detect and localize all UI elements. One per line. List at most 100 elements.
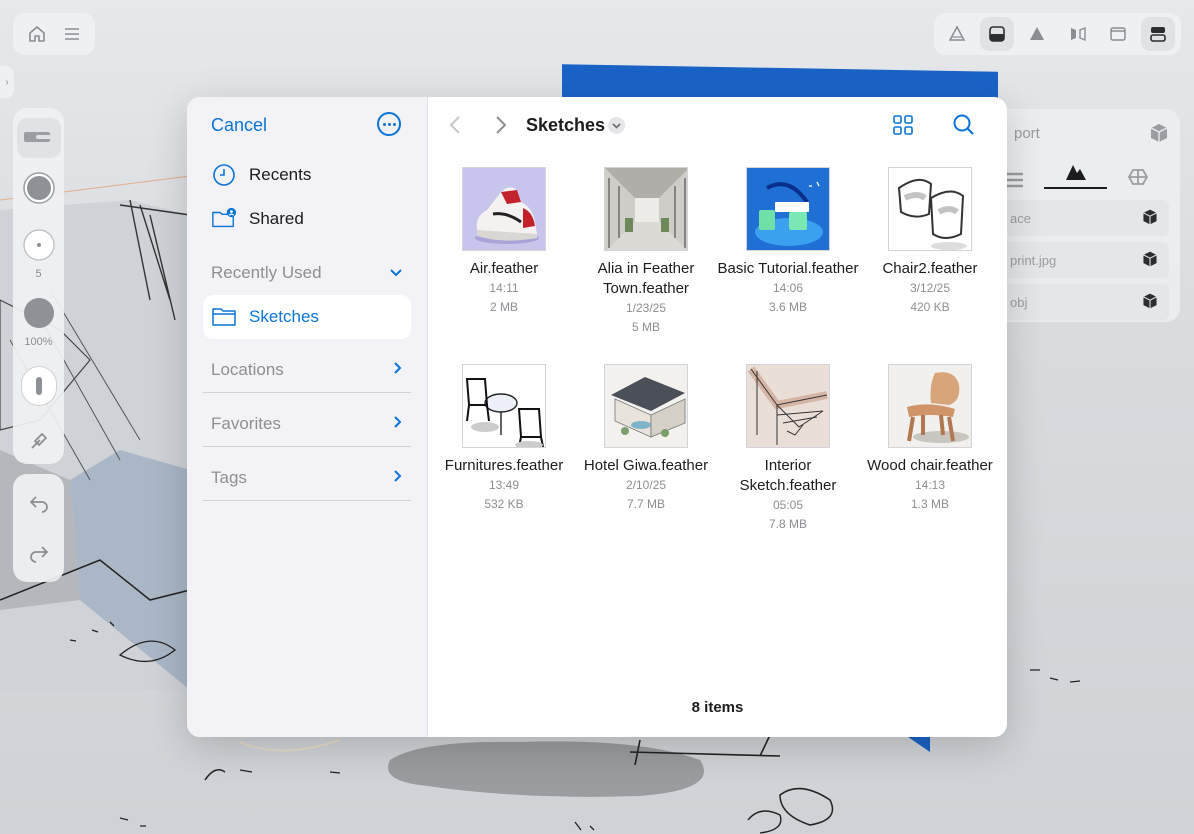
undo-icon[interactable] [24,488,54,518]
file-item[interactable]: Air.feather 14:11 2 MB [433,167,575,317]
file-name: Hotel Giwa.feather [583,457,709,474]
shared-folder-icon [211,206,237,232]
forward-arrow-icon[interactable] [492,114,510,136]
file-thumbnail [604,364,688,448]
file-thumbnail [888,364,972,448]
chevron-down-icon [389,263,403,283]
sidebar-expand-handle[interactable]: › [0,66,14,98]
color-swatch[interactable] [22,171,56,205]
file-name: Air.feather [469,260,539,277]
folder-title[interactable]: Sketches [526,115,605,136]
cube-icon [1141,250,1159,271]
layout-bottom-panel-icon[interactable] [980,17,1015,51]
sidebar-item-recents[interactable]: Recents [203,153,411,197]
file-thumbnail [746,364,830,448]
inspector-row[interactable]: obj [1004,284,1169,320]
cube-icon[interactable] [1148,122,1170,149]
section-locations[interactable]: Locations [203,347,411,393]
search-icon[interactable] [951,112,977,143]
file-date: 14:06 [772,281,804,295]
section-label: Recently Used [211,263,322,282]
file-item[interactable]: Wood chair.feather 14:13 1.3 MB [859,364,1001,514]
history-column [13,474,64,582]
file-date: 1/23/25 [625,301,667,315]
menu-icon[interactable] [60,22,84,46]
file-thumbnail [604,167,688,251]
file-picker-sheet: Cancel Recents Shared Recently Used Sket… [187,97,1007,737]
file-size: 1.3 MB [910,497,949,511]
window-icon[interactable] [1101,17,1135,51]
file-item[interactable]: Alia in Feather Town.feather 1/23/25 5 M… [575,167,717,337]
top-left-toolbar [13,13,95,55]
title-chevron-down-icon[interactable] [608,117,625,134]
file-name: Interior Sketch.feather [739,457,837,494]
sidebar-item-label: Shared [249,209,304,228]
marker-tool-icon[interactable] [16,118,61,158]
file-date: 05:05 [772,498,804,512]
file-size: 420 KB [910,300,950,314]
chevron-right-icon [393,468,403,488]
file-item[interactable]: Basic Tutorial.feather 14:06 3.6 MB [717,167,859,317]
pressure-slider[interactable] [20,366,57,406]
inspector-title: port [1014,125,1040,142]
inspector-row-label: print.jpg [1010,252,1057,268]
file-name: Furnitures.feather [444,457,564,474]
opacity-value: 100% [24,336,53,348]
item-count: 8 items [691,699,744,716]
inspector-row-label: ace [1010,210,1031,226]
file-size: 7.7 MB [626,497,665,511]
more-options-icon[interactable] [377,112,401,136]
tool-column: 5 100% [13,108,64,464]
section-label: Tags [211,467,247,487]
grid-tab-icon[interactable] [1126,167,1150,192]
brush-size-value: 5 [35,268,42,280]
brush-size-control[interactable] [22,228,56,262]
inspector-row[interactable]: ace [1004,200,1169,236]
file-thumbnail [746,167,830,251]
redo-icon[interactable] [24,538,54,568]
file-size: 7.8 MB [768,517,807,531]
file-item[interactable]: Hotel Giwa.feather 2/10/25 7.7 MB [575,364,717,514]
perspective-filled-icon[interactable] [1020,17,1054,51]
file-item[interactable]: Chair2.feather 3/12/25 420 KB [859,167,1001,317]
split-view-icon[interactable] [1140,17,1175,51]
sidebar-item-shared[interactable]: Shared [203,197,411,241]
section-favorites[interactable]: Favorites [203,401,411,447]
grid-view-icon[interactable] [891,113,915,142]
cube-icon [1141,208,1159,229]
chevron-right-icon [393,360,403,380]
sidebar-item-label: Sketches [249,307,319,326]
file-date: 14:13 [914,478,946,492]
mirror-icon[interactable] [1061,17,1095,51]
perspective-outline-icon[interactable] [940,17,974,51]
opacity-control[interactable] [22,296,56,330]
section-tags[interactable]: Tags [203,455,411,501]
section-label: Locations [211,359,284,379]
inspector-row[interactable]: print.jpg [1004,242,1169,278]
home-icon[interactable] [25,22,49,46]
section-label: Favorites [211,413,281,433]
file-date: 13:49 [488,478,520,492]
file-size: 532 KB [484,497,524,511]
file-item[interactable]: Furnitures.feather 13:49 532 KB [433,364,575,514]
file-name: Wood chair.feather [867,457,993,474]
file-size: 3.6 MB [768,300,807,314]
eyedropper-icon[interactable] [24,426,54,456]
section-recently-used[interactable]: Recently Used [203,250,411,296]
file-name: Basic Tutorial.feather [717,260,859,277]
file-name: Chair2.feather [882,260,978,277]
sidebar-item-sketches[interactable]: Sketches [203,295,411,339]
picker-sidebar: Cancel Recents Shared Recently Used Sket… [187,97,428,737]
file-thumbnail [888,167,972,251]
picker-main: Sketches Air.feather 14:11 2 MB Alia in … [428,97,1007,737]
cancel-button[interactable]: Cancel [211,115,267,136]
back-arrow-icon[interactable] [446,114,464,136]
list-view-icon[interactable] [1004,171,1026,194]
sidebar-item-label: Recents [249,165,312,184]
materials-tab-icon[interactable] [1044,161,1107,189]
file-item[interactable]: Interior Sketch.feather 05:05 7.8 MB [717,364,859,534]
clock-icon [211,162,237,188]
chevron-right-icon [393,414,403,434]
file-name: Alia in Feather Town.feather [597,260,695,297]
inspector-panel: port ace print.jpg obj [990,109,1180,322]
